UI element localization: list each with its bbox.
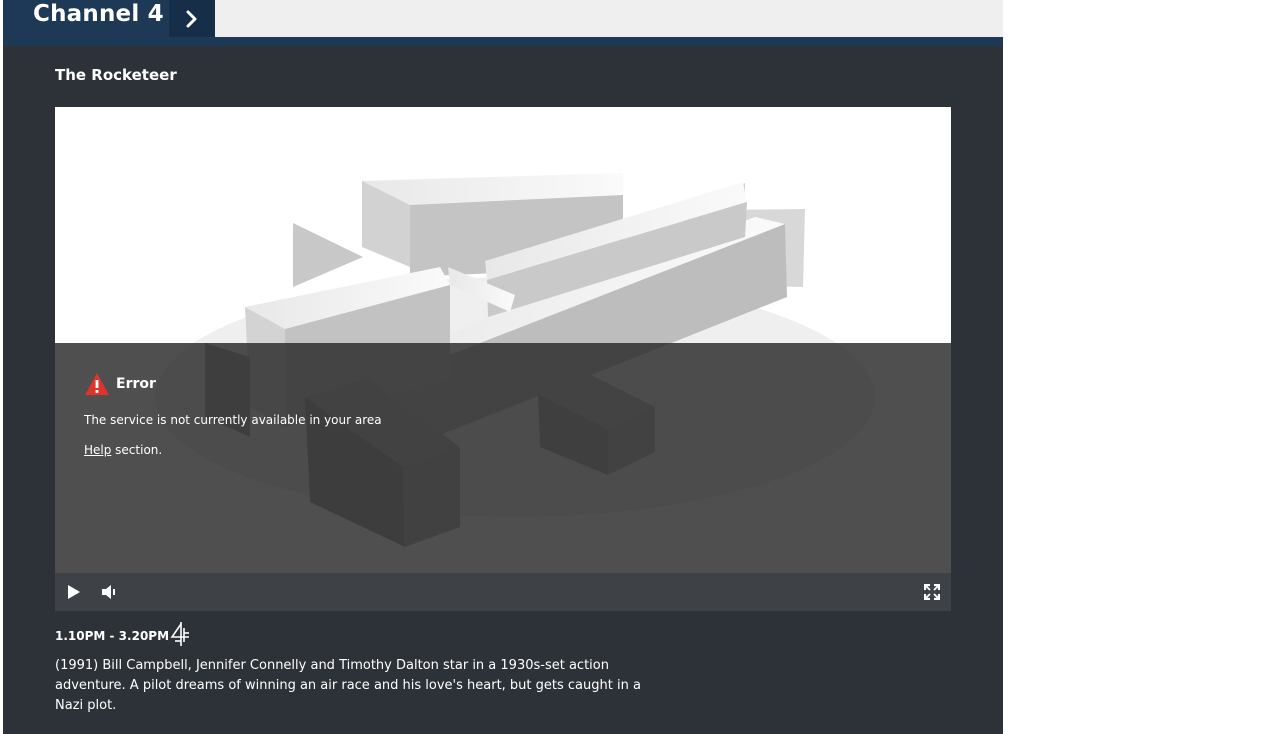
programme-description: (1991) Bill Campbell, Jennifer Connelly … [55, 658, 641, 713]
help-link[interactable]: Help [84, 443, 111, 457]
play-icon [68, 585, 80, 599]
error-overlay: Error The service is not currently avail… [55, 343, 951, 573]
video-player[interactable]: Error The service is not currently avail… [55, 107, 951, 611]
top-bar-accent [3, 37, 1003, 46]
error-message: The service is not currently available i… [84, 413, 382, 427]
channel-4-logo-icon [170, 622, 189, 646]
channel-tab[interactable]: Channel 4 [3, 0, 169, 37]
channel-name: Channel 4 [33, 1, 164, 27]
warning-triangle-icon [85, 373, 109, 395]
error-title: Error [116, 376, 156, 392]
page-frame: Channel 4 The Rocketeer Error The servic… [3, 0, 1003, 734]
fullscreen-icon [924, 584, 940, 600]
play-button[interactable] [64, 582, 84, 602]
player-controls [55, 573, 951, 611]
broadcast-time: 1.10PM - 3.20PM [55, 629, 170, 643]
volume-button[interactable] [99, 582, 119, 602]
volume-icon [102, 585, 115, 599]
chevron-right-icon [186, 10, 197, 27]
next-channel-button[interactable] [169, 0, 215, 37]
programme-title: The Rocketeer [55, 66, 177, 84]
help-line: Help section. [84, 443, 162, 457]
fullscreen-button[interactable] [922, 582, 942, 602]
help-suffix: section. [111, 443, 163, 457]
